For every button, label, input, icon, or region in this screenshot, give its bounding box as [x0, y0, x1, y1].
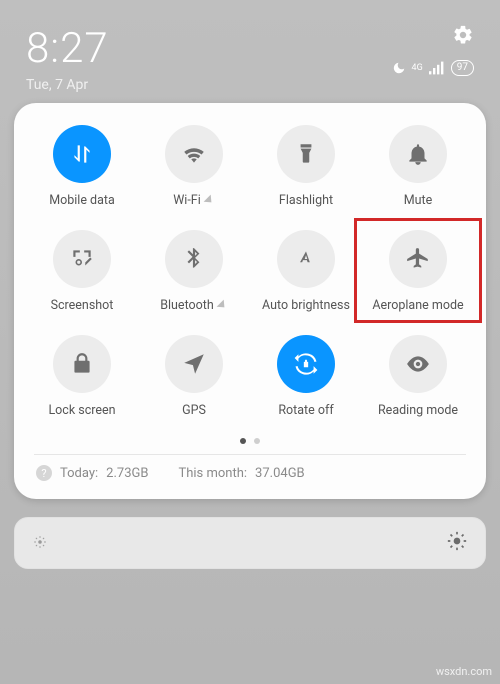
- notification-shade: 8:27 Tue, 7 Apr 4G 97 Mobile data: [0, 0, 500, 684]
- brightness-high-icon: [447, 531, 467, 555]
- wifi-toggle[interactable]: [165, 125, 223, 183]
- bluetooth-icon: [181, 246, 207, 272]
- lock-screen-button[interactable]: [53, 335, 111, 393]
- tile-flashlight[interactable]: Flashlight: [250, 125, 362, 208]
- tile-label: Reading mode: [378, 403, 458, 418]
- tile-label: Flashlight: [279, 193, 333, 208]
- usage-today-label: Today:: [60, 466, 98, 481]
- tile-label: Bluetooth: [160, 298, 228, 313]
- watermark: wsxdn.com: [436, 665, 492, 678]
- date: Tue, 7 Apr: [26, 77, 109, 93]
- tile-gps[interactable]: GPS: [138, 335, 250, 418]
- status-header: 8:27 Tue, 7 Apr 4G 97: [0, 0, 500, 103]
- tile-label: Rotate off: [278, 403, 333, 418]
- expand-indicator-icon: [216, 299, 227, 310]
- usage-today-value: 2.73GB: [106, 466, 148, 481]
- rotate-toggle[interactable]: [277, 335, 335, 393]
- usage-month-value: 37.04GB: [255, 466, 305, 481]
- dnd-moon-icon: [392, 61, 406, 75]
- auto-brightness-toggle[interactable]: [277, 230, 335, 288]
- mobile-data-toggle[interactable]: [53, 125, 111, 183]
- screenshot-button[interactable]: [53, 230, 111, 288]
- tile-wifi[interactable]: Wi-Fi: [138, 125, 250, 208]
- expand-indicator-icon: [203, 194, 214, 205]
- tile-label: Mobile data: [49, 193, 115, 208]
- status-icons: 4G 97: [392, 60, 474, 76]
- tile-screenshot[interactable]: Screenshot: [26, 230, 138, 313]
- tile-label: Mute: [404, 193, 433, 208]
- data-usage-row[interactable]: ? Today: 2.73GB This month: 37.04GB: [26, 465, 474, 485]
- tile-label: GPS: [182, 403, 206, 418]
- tile-label: Wi-Fi: [173, 193, 215, 208]
- lock-icon: [69, 351, 95, 377]
- brightness-low-icon: [33, 534, 47, 553]
- battery-level: 97: [451, 60, 474, 76]
- rotate-lock-icon: [293, 351, 319, 377]
- mute-toggle[interactable]: [389, 125, 447, 183]
- usage-month-label: This month:: [178, 466, 247, 481]
- settings-button[interactable]: [452, 24, 474, 50]
- flashlight-icon: [293, 141, 319, 167]
- tile-rotate-off[interactable]: Rotate off: [250, 335, 362, 418]
- divider: [34, 454, 466, 455]
- eye-icon: [405, 351, 431, 377]
- tile-label: Aeroplane mode: [372, 298, 463, 313]
- info-icon: ?: [36, 465, 52, 481]
- mobile-data-icon: [69, 141, 95, 167]
- page-indicator: [26, 438, 474, 444]
- location-arrow-icon: [181, 351, 207, 377]
- wifi-icon: [181, 141, 207, 167]
- brightness-slider[interactable]: [14, 517, 486, 569]
- tile-label: Lock screen: [48, 403, 115, 418]
- tile-label: Auto brightness: [262, 298, 350, 313]
- tile-auto-brightness[interactable]: Auto brightness: [250, 230, 362, 313]
- auto-brightness-icon: [293, 246, 319, 272]
- tile-reading-mode[interactable]: Reading mode: [362, 335, 474, 418]
- tile-lock-screen[interactable]: Lock screen: [26, 335, 138, 418]
- aeroplane-toggle[interactable]: [389, 230, 447, 288]
- tile-mobile-data[interactable]: Mobile data: [26, 125, 138, 208]
- clock: 8:27: [26, 24, 109, 73]
- page-dot-2[interactable]: [254, 438, 260, 444]
- tile-label: Screenshot: [51, 298, 114, 313]
- bluetooth-toggle[interactable]: [165, 230, 223, 288]
- flashlight-toggle[interactable]: [277, 125, 335, 183]
- gps-toggle[interactable]: [165, 335, 223, 393]
- screenshot-icon: [69, 246, 95, 272]
- tile-bluetooth[interactable]: Bluetooth: [138, 230, 250, 313]
- page-dot-1[interactable]: [240, 438, 246, 444]
- status-right: 4G 97: [392, 24, 474, 76]
- status-left: 8:27 Tue, 7 Apr: [26, 24, 109, 93]
- reading-mode-toggle[interactable]: [389, 335, 447, 393]
- bell-icon: [405, 141, 431, 167]
- tile-aeroplane-mode[interactable]: Aeroplane mode: [362, 230, 474, 313]
- network-type: 4G: [412, 64, 423, 73]
- tile-mute[interactable]: Mute: [362, 125, 474, 208]
- signal-icon: [429, 61, 445, 75]
- quick-settings-grid: Mobile data Wi-Fi Flashlight Mute: [26, 125, 474, 418]
- gear-icon: [452, 24, 474, 46]
- quick-settings-panel: Mobile data Wi-Fi Flashlight Mute: [14, 103, 486, 499]
- aeroplane-icon: [405, 246, 431, 272]
